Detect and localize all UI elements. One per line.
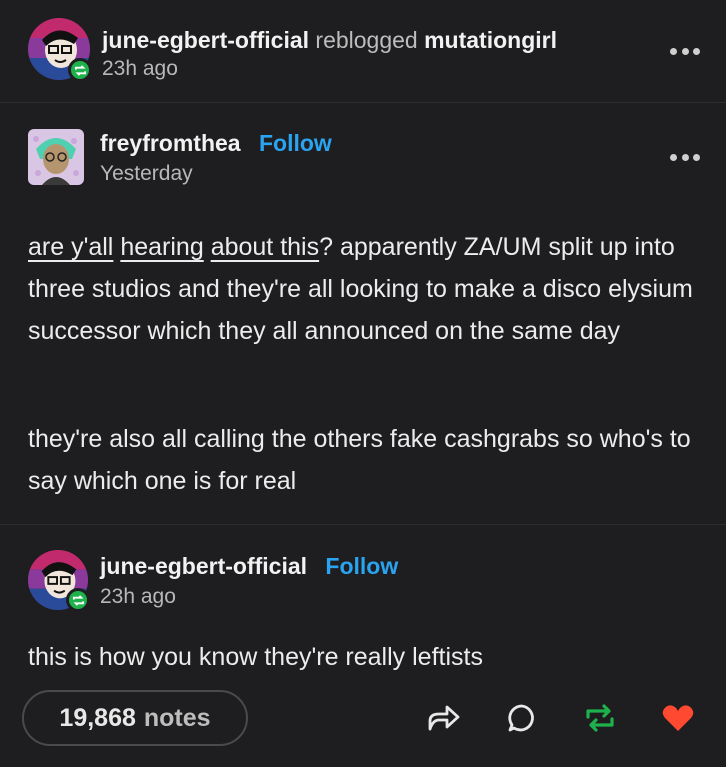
original-poster-avatar[interactable] — [28, 129, 84, 185]
reblog-comment-time: 23h ago — [100, 585, 176, 608]
share-icon[interactable] — [426, 700, 462, 736]
reblogged-word: reblogged — [315, 27, 418, 53]
reblog-author-line: june-egbert-official Follow — [100, 553, 398, 580]
reblog-icon[interactable] — [582, 700, 618, 736]
notes-count: 19,868 — [59, 703, 136, 732]
post-link-3[interactable]: about this — [211, 233, 319, 261]
source-name[interactable]: mutationgirl — [424, 27, 557, 53]
reblog-line: june-egbert-official reblogged mutationg… — [102, 27, 557, 54]
like-icon[interactable] — [660, 700, 696, 736]
follow-button[interactable]: Follow — [325, 553, 398, 579]
post-paragraph-1: are y'all hearing about this? apparently… — [28, 226, 708, 352]
post-link-2[interactable]: hearing — [120, 233, 203, 261]
divider — [0, 524, 726, 525]
follow-button[interactable]: Follow — [259, 130, 332, 156]
original-poster-name[interactable]: freyfromthea — [100, 130, 241, 156]
reblog-badge-icon — [68, 58, 92, 82]
notes-button[interactable]: 19,868 notes — [22, 690, 248, 746]
post-link-1[interactable]: are y'all — [28, 233, 113, 261]
more-dots-icon[interactable] — [670, 152, 700, 162]
reblog-badge-icon — [66, 588, 90, 612]
reblog-comment-text: this is how you know they're really left… — [28, 643, 483, 671]
reply-icon[interactable] — [504, 700, 540, 736]
original-post-time: Yesterday — [100, 162, 193, 185]
notes-label: notes — [143, 703, 211, 732]
divider — [0, 102, 726, 103]
reblog-author-name[interactable]: june-egbert-official — [100, 553, 307, 579]
more-dots-icon[interactable] — [670, 46, 700, 56]
original-poster-line: freyfromthea Follow — [100, 130, 332, 157]
post-paragraph-2: they're also all calling the others fake… — [28, 425, 691, 495]
reblogger-name[interactable]: june-egbert-official — [102, 27, 309, 53]
reblog-header: june-egbert-official reblogged mutationg… — [0, 0, 726, 102]
reblog-time: 23h ago — [102, 57, 178, 80]
